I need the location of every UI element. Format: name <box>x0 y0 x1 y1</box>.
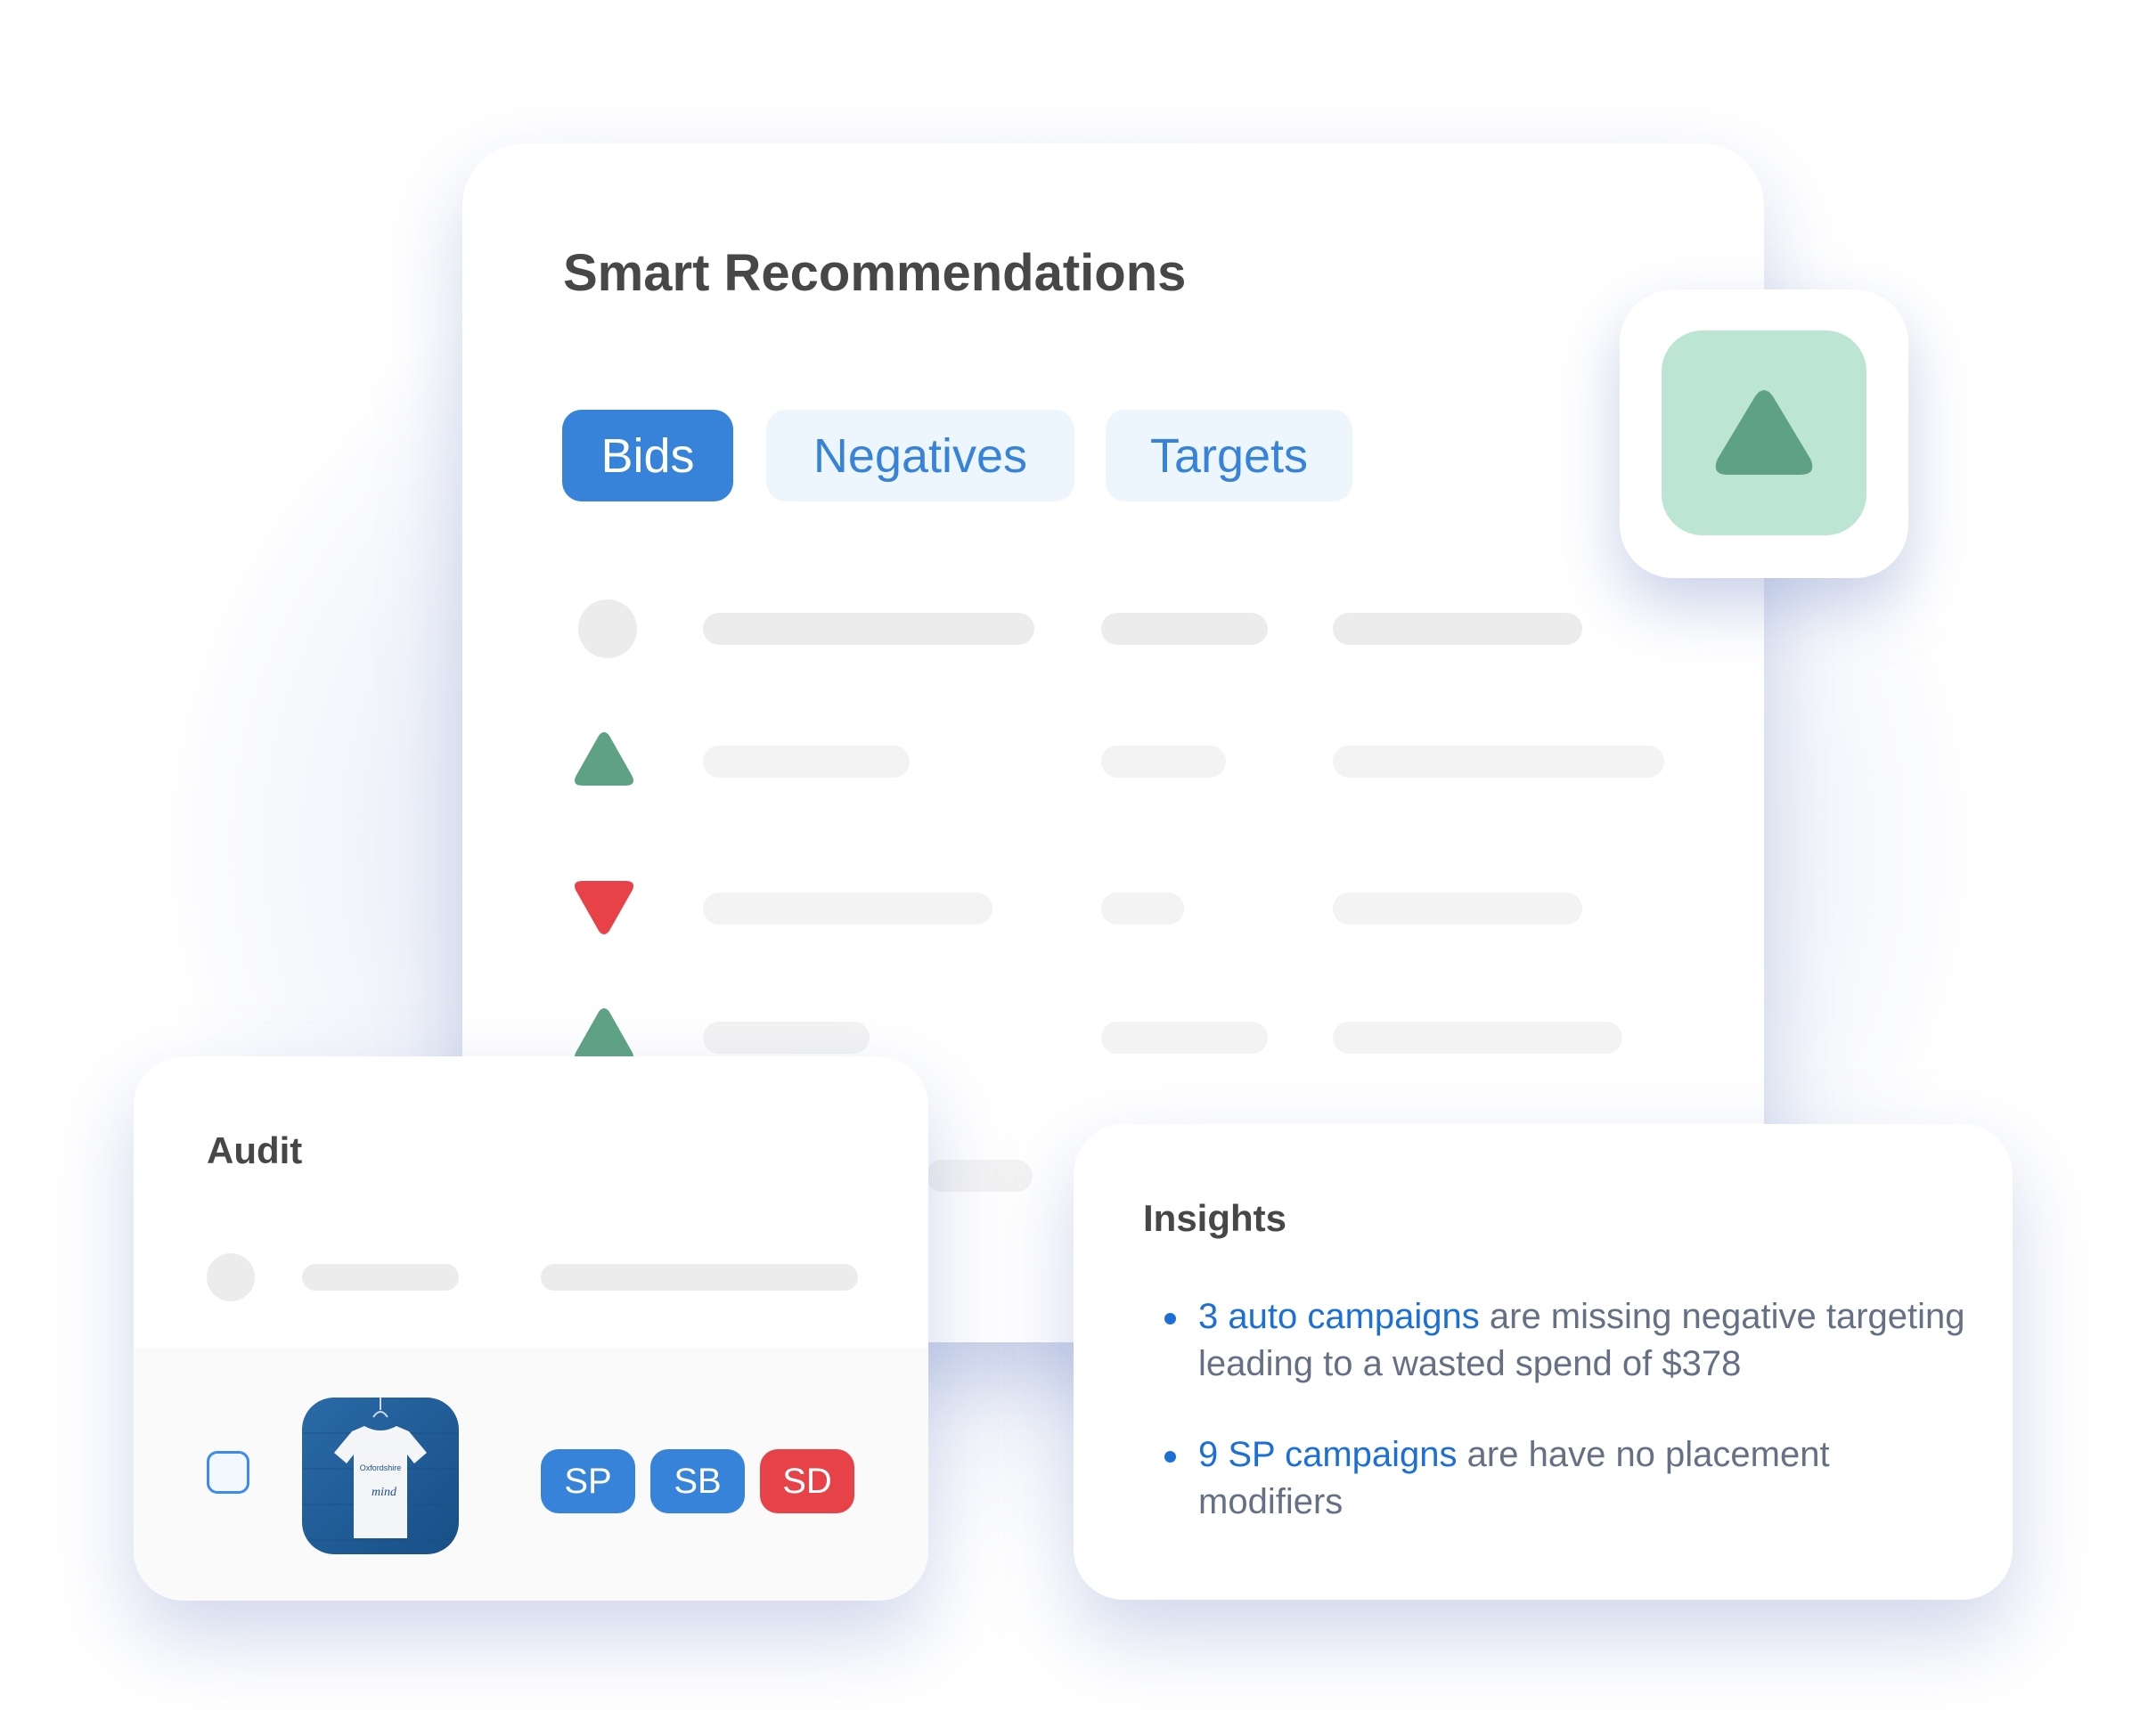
badge-sd: SD <box>760 1449 854 1513</box>
insight-item: 3 auto campaigns are missing negative ta… <box>1164 1293 1982 1388</box>
recommendation-row[interactable] <box>462 732 1764 788</box>
trend-up-icon <box>575 732 633 786</box>
audit-card: Audit Oxfordshire mind SP SB SD <box>134 1056 928 1601</box>
placeholder-dot-icon <box>578 599 637 658</box>
insights-card: Insights 3 auto campaigns are missing ne… <box>1074 1124 2013 1600</box>
svg-text:Oxfordshire: Oxfordshire <box>360 1463 402 1472</box>
tab-negatives[interactable]: Negatives <box>766 410 1074 501</box>
placeholder-bar <box>1101 892 1184 925</box>
badge-sp: SP <box>541 1449 635 1513</box>
insight-item: 9 SP campaigns are have no placement mod… <box>1164 1431 1982 1526</box>
audit-product-row[interactable]: Oxfordshire mind SP SB SD <box>134 1348 928 1601</box>
placeholder-bar <box>1101 746 1226 778</box>
placeholder-bar <box>302 1264 459 1291</box>
tab-bids[interactable]: Bids <box>562 410 733 501</box>
placeholder-bar <box>1101 613 1268 645</box>
insight-highlight-link[interactable]: 3 auto campaigns <box>1198 1297 1480 1336</box>
trend-highlight-badge <box>1662 330 1866 535</box>
bullet-icon <box>1164 1451 1176 1463</box>
placeholder-bar <box>1333 746 1664 778</box>
insights-title: Insights <box>1143 1197 1287 1239</box>
badge-sb: SB <box>650 1449 745 1513</box>
placeholder-bar <box>541 1264 858 1291</box>
tab-targets[interactable]: Targets <box>1106 410 1352 501</box>
placeholder-bar <box>703 1022 870 1054</box>
select-checkbox[interactable] <box>207 1451 249 1494</box>
trend-highlight-card <box>1620 289 1908 578</box>
svg-text:mind: mind <box>372 1486 397 1499</box>
placeholder-bar <box>926 1160 1033 1192</box>
t-shirt-product-thumbnail: Oxfordshire mind <box>302 1398 459 1554</box>
placeholder-bar <box>1333 892 1582 925</box>
t-shirt-icon: Oxfordshire mind <box>302 1398 459 1541</box>
trend-up-icon <box>1715 390 1813 475</box>
audit-title: Audit <box>207 1129 303 1171</box>
placeholder-dot-icon <box>207 1253 255 1301</box>
trend-down-icon <box>575 881 633 934</box>
placeholder-bar <box>703 613 1034 645</box>
insight-highlight-link[interactable]: 9 SP campaigns <box>1198 1435 1458 1474</box>
placeholder-bar <box>703 746 910 778</box>
recommendation-row[interactable] <box>462 599 1764 658</box>
recommendation-row[interactable] <box>462 881 1764 935</box>
bullet-icon <box>1164 1313 1176 1324</box>
placeholder-bar <box>1101 1022 1268 1054</box>
placeholder-bar <box>703 892 992 925</box>
card-title: Smart Recommendations <box>563 244 1187 302</box>
placeholder-bar <box>1333 1022 1622 1054</box>
placeholder-bar <box>1333 613 1582 645</box>
